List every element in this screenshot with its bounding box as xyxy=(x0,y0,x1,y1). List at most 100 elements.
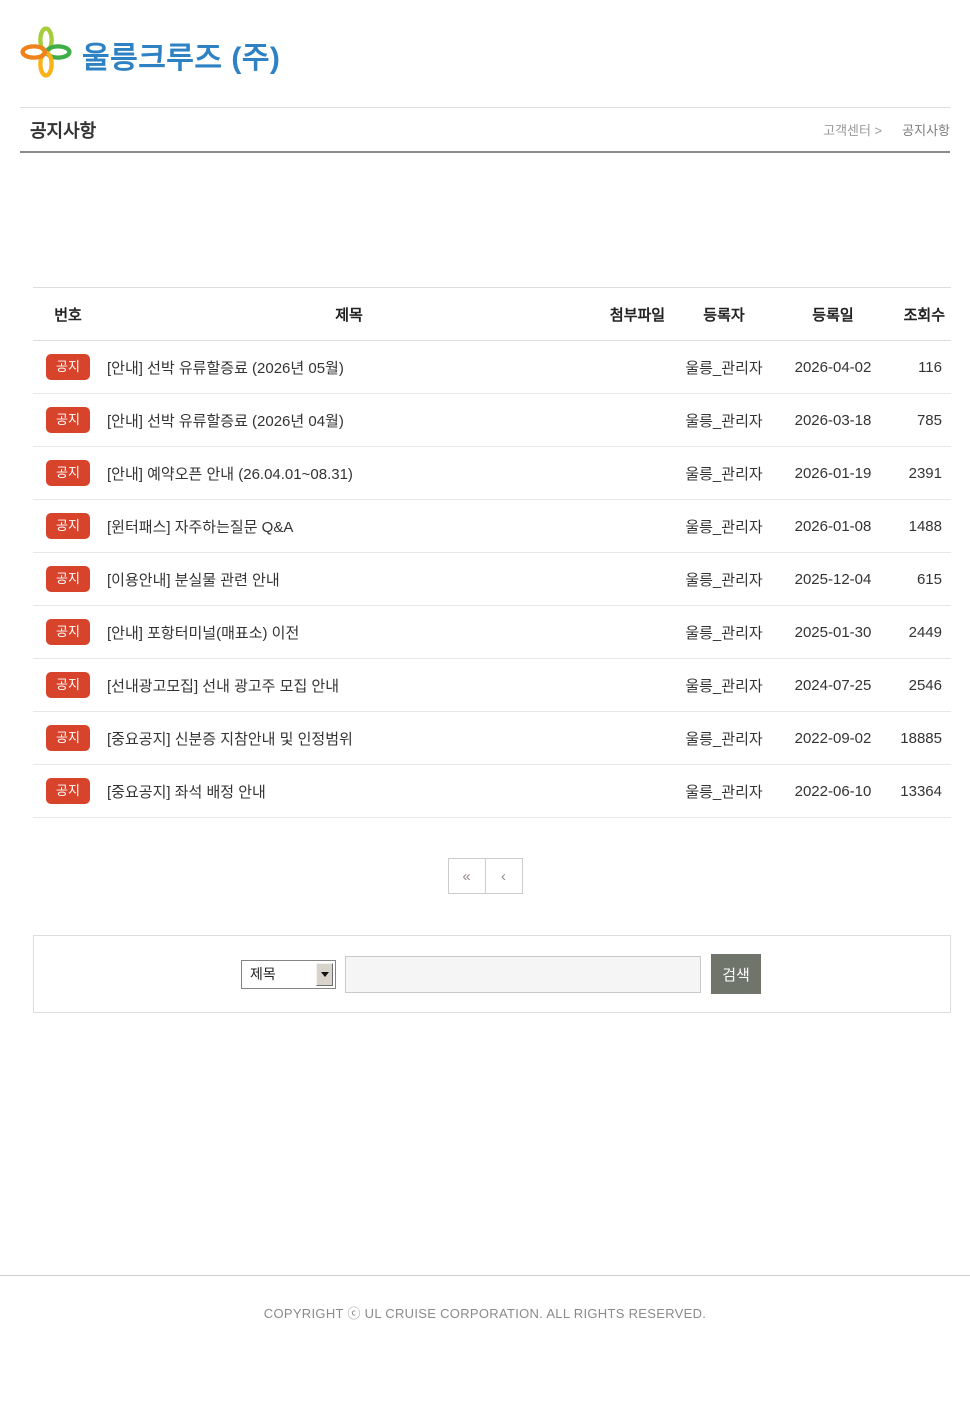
attachment-cell xyxy=(595,659,680,712)
author-cell: 울릉_관리자 xyxy=(680,553,768,606)
attachment-cell xyxy=(595,765,680,818)
title-cell: [안내] 선박 유류할증료 (2026년 05월) xyxy=(103,341,595,394)
breadcrumb-customer-center[interactable]: 고객센터 > xyxy=(823,120,882,139)
number-cell: 공지 xyxy=(33,606,103,659)
attachment-cell xyxy=(595,447,680,500)
col-header-views: 조회수 xyxy=(898,288,951,341)
date-cell: 2024-07-25 xyxy=(768,659,898,712)
table-row: 공지 [윈터패스] 자주하는질문 Q&A 울릉_관리자2026-01-081488 xyxy=(33,500,951,553)
author-cell: 울릉_관리자 xyxy=(680,341,768,394)
title-cell: [이용안내] 분실물 관련 안내 xyxy=(103,553,595,606)
number-cell: 공지 xyxy=(33,765,103,818)
author-cell: 울릉_관리자 xyxy=(680,606,768,659)
brand-logo[interactable]: 울릉크루즈 (주) xyxy=(20,26,280,83)
table-row: 공지 [중요공지] 신분증 지참안내 및 인정범위 울릉_관리자2022-09-02… xyxy=(33,712,951,765)
notice-badge: 공지 xyxy=(46,725,90,751)
views-cell: 2546 xyxy=(898,659,951,712)
title-bar: 공지사항 고객센터 > 공지사항 xyxy=(20,108,950,153)
pagination-prev-button[interactable]: ‹ xyxy=(485,858,523,894)
notice-badge: 공지 xyxy=(46,354,90,380)
col-header-title: 제목 xyxy=(103,288,595,341)
notice-board: 번호 제목 첨부파일 등록자 등록일 조회수 공지[안내] 선박 유류할증료 (… xyxy=(33,287,951,818)
date-cell: 2026-01-19 xyxy=(768,447,898,500)
notice-title-link[interactable]: [안내] 포항터미널(매표소) 이전 xyxy=(107,625,299,642)
notice-title-link[interactable]: [안내] 선박 유류할증료 (2026년 04월) xyxy=(107,413,344,430)
title-cell: [중요공지] 좌석 배정 안내 xyxy=(103,765,595,818)
author-cell: 울릉_관리자 xyxy=(680,659,768,712)
pagination-first-button[interactable]: « xyxy=(448,858,486,894)
search-bar: 제목 검색 xyxy=(33,935,951,1013)
notice-badge: 공지 xyxy=(46,619,90,645)
title-cell: [안내] 선박 유류할증료 (2026년 04월) xyxy=(103,394,595,447)
breadcrumb: 고객센터 > 공지사항 xyxy=(823,120,950,139)
title-cell: [윈터패스] 자주하는질문 Q&A xyxy=(103,500,595,553)
page-footer: COPYRIGHT ⓒ UL CRUISE CORPORATION. ALL R… xyxy=(0,1275,970,1362)
author-cell: 울릉_관리자 xyxy=(680,394,768,447)
notice-title-link[interactable]: [안내] 예약오픈 안내 (26.04.01~08.31) xyxy=(107,466,353,483)
notice-badge: 공지 xyxy=(46,566,90,592)
chevron-down-icon xyxy=(316,963,333,986)
search-button[interactable]: 검색 xyxy=(711,954,761,994)
date-cell: 2025-12-04 xyxy=(768,553,898,606)
attachment-cell xyxy=(595,553,680,606)
date-cell: 2026-04-02 xyxy=(768,341,898,394)
views-cell: 2391 xyxy=(898,447,951,500)
date-cell: 2026-01-08 xyxy=(768,500,898,553)
notice-title-link[interactable]: [중요공지] 좌석 배정 안내 xyxy=(107,784,266,801)
views-cell: 2449 xyxy=(898,606,951,659)
notice-title-link[interactable]: [이용안내] 분실물 관련 안내 xyxy=(107,572,280,589)
breadcrumb-current[interactable]: 공지사항 xyxy=(902,120,950,139)
notice-title-link[interactable]: [안내] 선박 유류할증료 (2026년 05월) xyxy=(107,360,344,377)
table-row: 공지[안내] 예약오픈 안내 (26.04.01~08.31) 울릉_관리자202… xyxy=(33,447,951,500)
number-cell: 공지 xyxy=(33,553,103,606)
table-header-row: 번호 제목 첨부파일 등록자 등록일 조회수 xyxy=(33,288,951,341)
notice-title-link[interactable]: [윈터패스] 자주하는질문 Q&A xyxy=(107,519,293,536)
attachment-cell xyxy=(595,712,680,765)
col-header-number: 번호 xyxy=(33,288,103,341)
views-cell: 1488 xyxy=(898,500,951,553)
number-cell: 공지 xyxy=(33,712,103,765)
notice-title-link[interactable]: [중요공지] 신분증 지참안내 및 인정범위 xyxy=(107,731,353,748)
table-row: 공지 [안내] 포항터미널(매표소) 이전 울릉_관리자2025-01-302449 xyxy=(33,606,951,659)
copyright-text: COPYRIGHT ⓒ UL CRUISE CORPORATION. ALL R… xyxy=(0,1303,970,1322)
search-field-select[interactable]: 제목 xyxy=(241,960,336,989)
notice-badge: 공지 xyxy=(46,672,90,698)
number-cell: 공지 xyxy=(33,500,103,553)
col-header-date: 등록일 xyxy=(768,288,898,341)
title-cell: [선내광고모집] 선내 광고주 모집 안내 xyxy=(103,659,595,712)
site-header: 울릉크루즈 (주) xyxy=(0,0,970,107)
number-cell: 공지 xyxy=(33,341,103,394)
pagination: « ‹ xyxy=(0,858,970,894)
brand-name: 울릉크루즈 (주) xyxy=(82,33,280,77)
author-cell: 울릉_관리자 xyxy=(680,500,768,553)
search-field-selected-value: 제목 xyxy=(250,964,276,984)
views-cell: 18885 xyxy=(898,712,951,765)
date-cell: 2022-06-10 xyxy=(768,765,898,818)
page-title: 공지사항 xyxy=(30,117,96,143)
table-row: 공지 [안내] 선박 유류할증료 (2026년 05월) 울릉_관리자2026-04… xyxy=(33,341,951,394)
author-cell: 울릉_관리자 xyxy=(680,447,768,500)
title-cell: [안내] 예약오픈 안내 (26.04.01~08.31) xyxy=(103,447,595,500)
date-cell: 2026-03-18 xyxy=(768,394,898,447)
title-cell: [안내] 포항터미널(매표소) 이전 xyxy=(103,606,595,659)
title-cell: [중요공지] 신분증 지참안내 및 인정범위 xyxy=(103,712,595,765)
table-row: 공지[이용안내] 분실물 관련 안내울릉_관리자2025-12-04615 xyxy=(33,553,951,606)
number-cell: 공지 xyxy=(33,394,103,447)
notice-title-link[interactable]: [선내광고모집] 선내 광고주 모집 안내 xyxy=(107,678,339,695)
attachment-cell xyxy=(595,341,680,394)
notice-badge: 공지 xyxy=(46,407,90,433)
attachment-cell xyxy=(595,394,680,447)
views-cell: 13364 xyxy=(898,765,951,818)
date-cell: 2025-01-30 xyxy=(768,606,898,659)
notice-badge: 공지 xyxy=(46,513,90,539)
number-cell: 공지 xyxy=(33,659,103,712)
date-cell: 2022-09-02 xyxy=(768,712,898,765)
table-row: 공지 [안내] 선박 유류할증료 (2026년 04월) 울릉_관리자2026-03… xyxy=(33,394,951,447)
number-cell: 공지 xyxy=(33,447,103,500)
author-cell: 울릉_관리자 xyxy=(680,712,768,765)
table-row: 공지[중요공지] 좌석 배정 안내울릉_관리자2022-06-1013364 xyxy=(33,765,951,818)
notice-table-body: 공지[안내] 선박 유류할증료 (2026년 05월)울릉_관리자2026-04… xyxy=(33,341,951,818)
col-header-attachment: 첨부파일 xyxy=(595,288,680,341)
search-input[interactable] xyxy=(345,956,701,993)
views-cell: 116 xyxy=(898,341,951,394)
